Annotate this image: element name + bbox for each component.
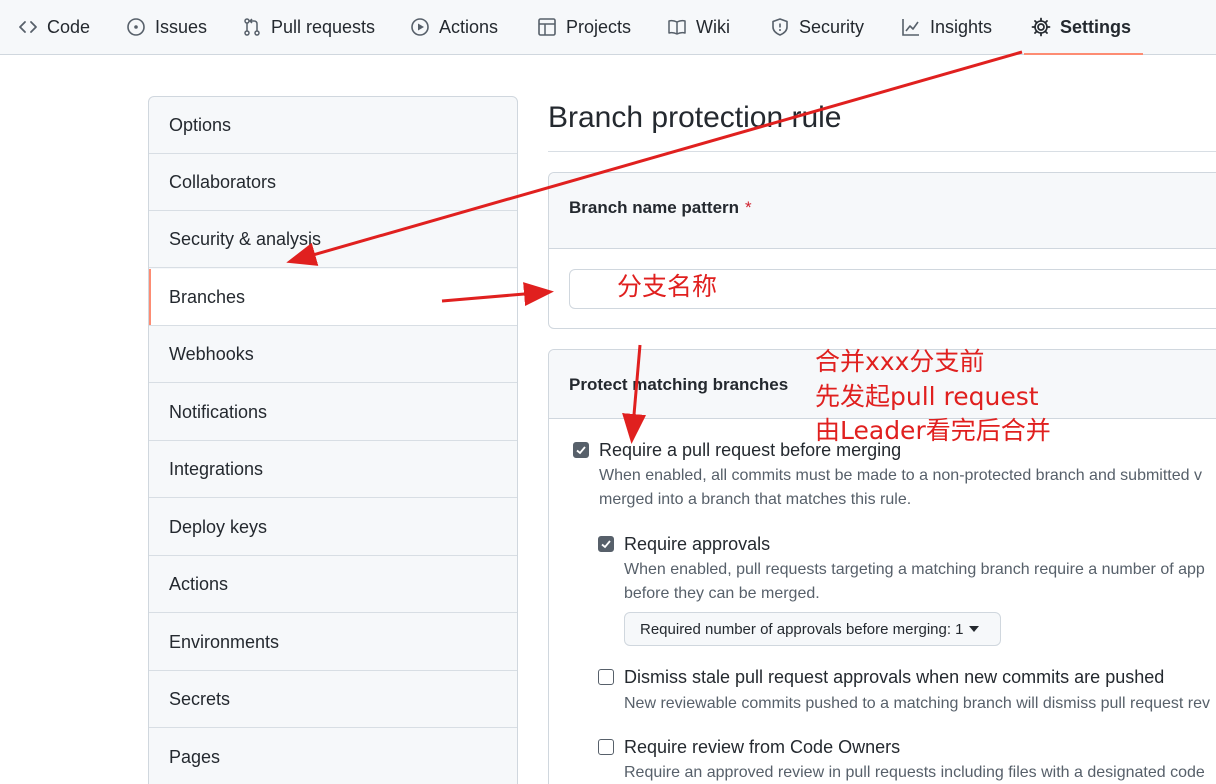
tab-projects[interactable]: Projects	[537, 0, 631, 54]
dismiss-stale-approvals-checkbox[interactable]	[598, 669, 614, 685]
approvals-count-label: Required number of approvals before merg…	[640, 620, 964, 638]
tab-settings[interactable]: Settings	[1031, 0, 1131, 54]
dismiss-stale-approvals-desc: New reviewable commits pushed to a match…	[624, 695, 1211, 712]
gear-icon	[1031, 17, 1051, 37]
annotation-branch-name: 分支名称	[617, 272, 718, 301]
require-pull-request-desc-2: merged into a branch that matches this r…	[599, 491, 912, 508]
tab-issues-label: Issues	[155, 16, 208, 37]
sidebar-item-label: Options	[169, 114, 232, 135]
play-icon	[410, 17, 430, 37]
require-code-owners-desc: Require an approved review in pull reque…	[624, 764, 1205, 781]
page-title: Branch protection rule	[548, 101, 842, 134]
approvals-count-select[interactable]: Required number of approvals before merg…	[624, 612, 1001, 646]
sidebar-item-environments[interactable]: Environments	[149, 614, 517, 671]
require-approvals-label: Require approvals	[624, 534, 771, 554]
tab-security[interactable]: Security	[770, 0, 864, 54]
table-icon	[537, 17, 557, 37]
sidebar-item-security-analysis[interactable]: Security & analysis	[149, 211, 517, 268]
sidebar-item-label: Webhooks	[169, 343, 254, 364]
require-code-owners-label: Require review from Code Owners	[624, 737, 901, 757]
sidebar-item-integrations[interactable]: Integrations	[149, 441, 517, 498]
checkmark-icon	[576, 446, 586, 455]
branch-pattern-box: Branch name pattern *	[548, 172, 1216, 329]
sidebar-item-deploy-keys[interactable]: Deploy keys	[149, 499, 517, 556]
branch-pattern-label: Branch name pattern *	[569, 198, 752, 217]
tab-code-label: Code	[47, 16, 91, 37]
tab-settings-label: Settings	[1060, 16, 1132, 37]
code-icon	[18, 17, 38, 37]
sidebar-item-options[interactable]: Options	[149, 97, 517, 154]
tab-wiki[interactable]: Wiki	[667, 0, 730, 54]
annotation-merge-note-3: 由Leader看完后合并	[815, 416, 1051, 445]
tab-insights[interactable]: Insights	[901, 0, 992, 54]
tab-security-label: Security	[799, 16, 865, 37]
sidebar-item-label: Collaborators	[169, 171, 277, 192]
required-mark: *	[745, 198, 752, 217]
sidebar-item-branches[interactable]: Branches	[149, 269, 517, 326]
sidebar-item-webhooks[interactable]: Webhooks	[149, 326, 517, 383]
annotation-merge-note-2: 先发起pull request	[815, 382, 1039, 411]
book-icon	[667, 17, 687, 37]
tab-insights-label: Insights	[930, 16, 993, 37]
tab-projects-label: Projects	[566, 16, 632, 37]
require-approvals-checkbox[interactable]	[598, 536, 614, 552]
sidebar-item-label: Notifications	[169, 401, 268, 422]
sidebar-item-label: Integrations	[169, 458, 264, 479]
sidebar-item-label: Security & analysis	[169, 228, 322, 249]
git-pull-request-icon	[242, 17, 262, 37]
graph-icon	[901, 17, 921, 37]
shield-icon	[770, 17, 790, 37]
active-tab-underline	[1024, 53, 1143, 55]
sidebar-item-label: Environments	[169, 631, 280, 652]
require-approvals-desc-1: When enabled, pull requests targeting a …	[624, 561, 1205, 578]
sidebar-item-notifications[interactable]: Notifications	[149, 384, 517, 441]
sidebar-item-label: Actions	[169, 573, 229, 594]
sidebar-item-secrets[interactable]: Secrets	[149, 671, 517, 728]
annotation-merge-note-1: 合并xxx分支前	[815, 347, 985, 376]
branch-pattern-header: Branch name pattern *	[549, 173, 1216, 249]
caret-down-icon	[968, 626, 979, 632]
require-code-owners-checkbox[interactable]	[598, 739, 614, 755]
issue-opened-icon	[126, 17, 146, 37]
require-pull-request-desc-1: When enabled, all commits must be made t…	[599, 467, 1202, 484]
sidebar-item-label: Branches	[169, 286, 246, 307]
tab-code[interactable]: Code	[18, 0, 90, 54]
sidebar-item-label: Secrets	[169, 688, 231, 709]
title-divider	[548, 151, 1216, 152]
tab-actions-label: Actions	[439, 16, 499, 37]
require-pull-request-checkbox[interactable]	[573, 442, 589, 458]
tab-actions[interactable]: Actions	[410, 0, 498, 54]
sidebar-item-label: Pages	[169, 746, 221, 767]
sidebar-item-collaborators[interactable]: Collaborators	[149, 154, 517, 211]
dismiss-stale-approvals-label: Dismiss stale pull request approvals whe…	[624, 667, 1165, 687]
tab-pull-requests-label: Pull requests	[271, 16, 376, 37]
sidebar-item-pages[interactable]: Pages	[149, 729, 517, 784]
sidebar-item-label: Deploy keys	[169, 516, 268, 537]
checkmark-icon	[601, 540, 611, 549]
tab-pull-requests[interactable]: Pull requests	[242, 0, 375, 54]
tab-wiki-label: Wiki	[696, 16, 730, 37]
sidebar-item-actions[interactable]: Actions	[149, 556, 517, 613]
tab-issues[interactable]: Issues	[126, 0, 207, 54]
require-approvals-desc-2: before they can be merged.	[624, 585, 820, 602]
repo-nav: Code Issues Pull requests Actions Projec…	[0, 0, 1216, 55]
protect-branches-label: Protect matching branches	[569, 375, 789, 394]
settings-sidebar: Options Collaborators Security & analysi…	[148, 96, 518, 784]
